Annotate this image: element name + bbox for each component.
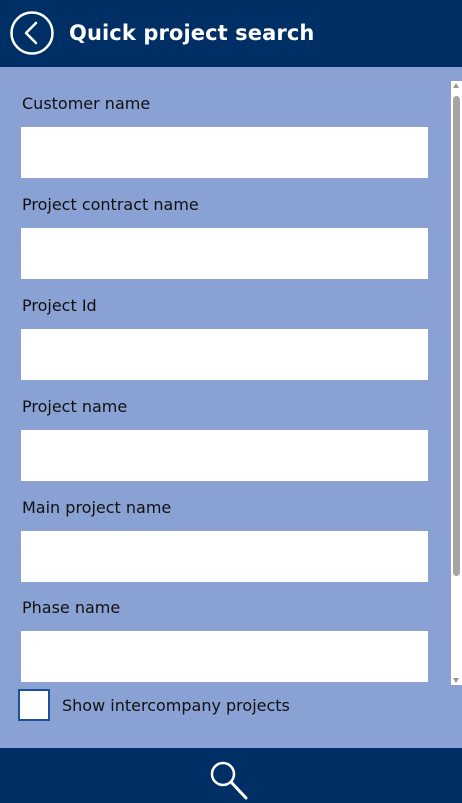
project-name-label: Project name <box>22 397 128 416</box>
search-button[interactable] <box>206 758 252 803</box>
scroll-down-arrow-icon[interactable] <box>453 678 459 683</box>
intercompany-checkbox-label[interactable]: Show intercompany projects <box>62 696 290 716</box>
phase-name-input[interactable] <box>21 631 428 682</box>
main-project-name-input[interactable] <box>21 531 428 582</box>
customer-name-label: Customer name <box>22 94 151 113</box>
search-form: Customer name Project contract name Proj… <box>0 67 462 748</box>
vertical-scrollbar[interactable] <box>451 81 462 685</box>
intercompany-checkbox[interactable] <box>18 689 50 721</box>
page-title: Quick project search <box>69 21 315 45</box>
app-footer <box>0 748 462 803</box>
project-id-input[interactable] <box>21 329 428 380</box>
project-contract-name-label: Project contract name <box>22 195 199 214</box>
scroll-thumb[interactable] <box>453 96 460 576</box>
project-name-input[interactable] <box>21 430 428 481</box>
customer-name-input[interactable] <box>21 127 428 178</box>
project-id-label: Project Id <box>22 296 97 315</box>
app-header: Quick project search <box>0 0 462 67</box>
search-icon <box>210 761 248 800</box>
project-contract-name-input[interactable] <box>21 228 428 279</box>
scroll-up-arrow-icon[interactable] <box>453 83 459 88</box>
main-project-name-label: Main project name <box>22 498 172 517</box>
phase-name-label: Phase name <box>22 598 121 617</box>
chevron-left-circle-icon <box>10 11 54 55</box>
back-button[interactable] <box>10 11 54 55</box>
